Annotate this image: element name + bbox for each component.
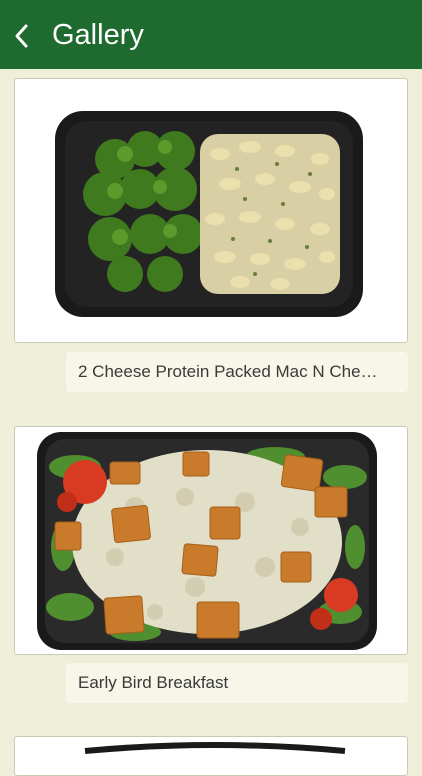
nav-bar: Gallery [0,0,422,69]
gallery-caption: 2 Cheese Protein Packed Mac N Che… [66,352,408,392]
chevron-left-icon [14,23,30,49]
gallery-image-early-bird-breakfast[interactable] [14,426,408,655]
back-button[interactable] [14,18,30,54]
page-title: Gallery [52,19,144,51]
gallery-image-partial[interactable] [14,736,408,776]
gallery-image-mac-n-cheese[interactable] [14,78,408,343]
gallery-caption: Early Bird Breakfast [66,663,408,703]
